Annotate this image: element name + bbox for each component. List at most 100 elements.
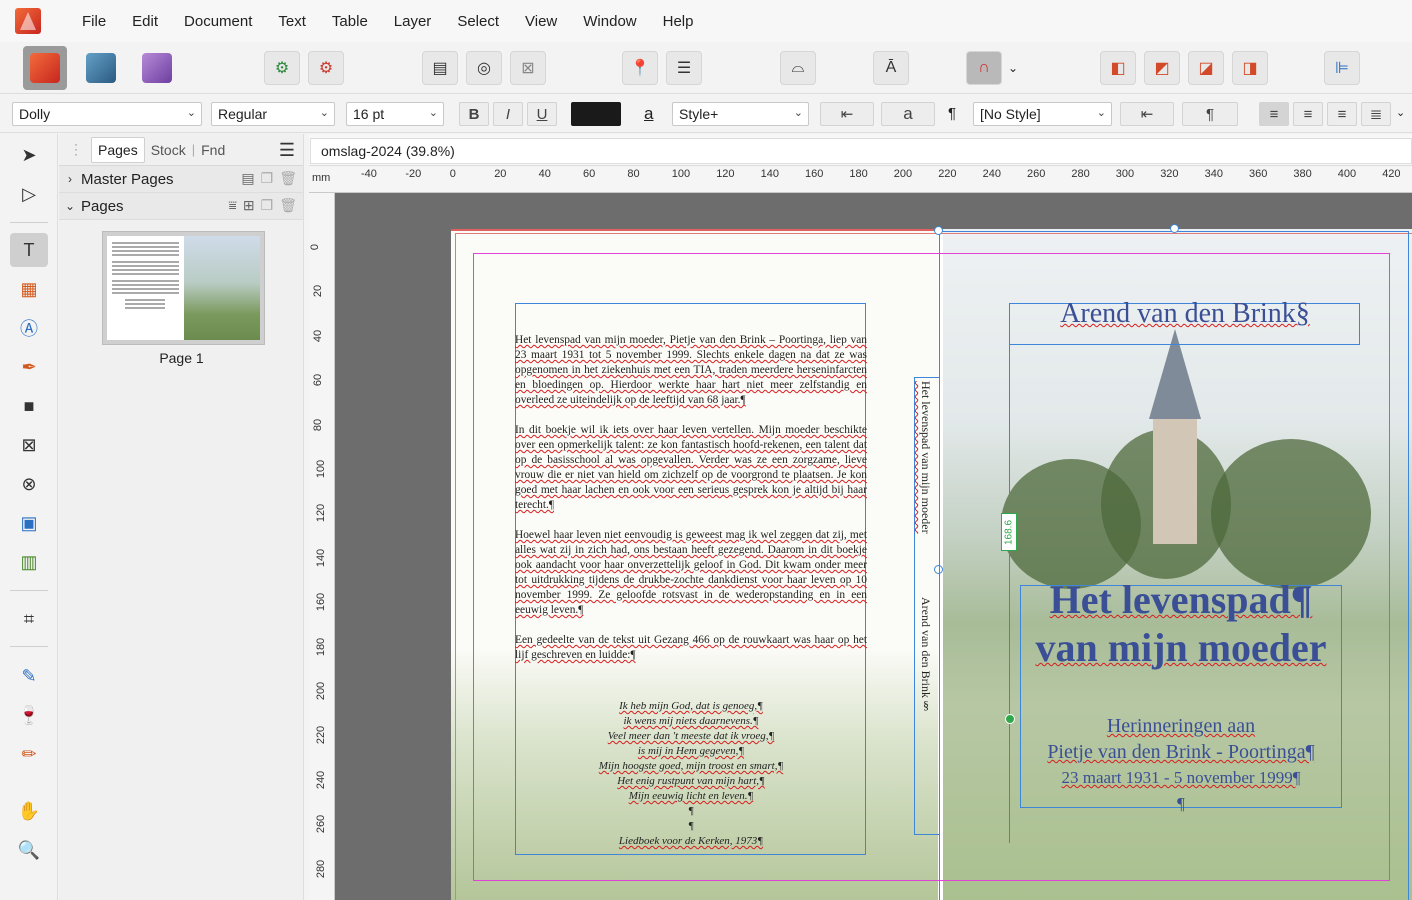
paragraph-style-icon[interactable]: ¶ (948, 105, 956, 122)
rectangle-tool[interactable]: ■ (10, 389, 48, 423)
cover-author[interactable]: Arend van den Brink§ (1011, 298, 1359, 330)
menu-help[interactable]: Help (650, 13, 707, 30)
zoom-tool[interactable]: 🔍 (10, 833, 48, 867)
resource-manager-button[interactable]: ◎ (466, 51, 502, 85)
bold-button[interactable]: B (459, 102, 489, 126)
align-left-button[interactable]: ≡ (1259, 102, 1289, 126)
move-tool[interactable]: ➤ (10, 138, 48, 172)
publisher-persona-button[interactable] (23, 46, 67, 90)
tab-stock[interactable]: Stock (145, 138, 192, 162)
character-style-select[interactable]: Style+ ⌄ (672, 102, 809, 126)
pin-button[interactable]: 📍 (622, 51, 658, 85)
hamburger-menu-icon[interactable]: ☰ (279, 140, 295, 161)
italic-button[interactable]: I (493, 102, 523, 126)
font-weight-select[interactable]: Regular ⌄ (211, 102, 335, 126)
master-pages-section[interactable]: › Master Pages ▤ ❐ 🗑 (59, 166, 303, 193)
add-page-icon[interactable]: ⊞ (243, 197, 255, 214)
ruler-tick-label: 240 (315, 770, 328, 789)
font-size-select[interactable]: 16 pt ⌄ (346, 102, 444, 126)
trash-icon[interactable]: 🗑 (279, 197, 297, 214)
snap-handle[interactable] (1005, 714, 1015, 724)
text-wrap-button[interactable]: ☰ (666, 51, 702, 85)
pages-section[interactable]: ⌄ Pages ⩸ ⊞ ❐ 🗑 (59, 193, 303, 220)
pen-tool[interactable]: ✒ (10, 350, 48, 384)
text-color-swatch[interactable] (571, 102, 621, 126)
menu-layer[interactable]: Layer (381, 13, 445, 30)
place-image-tool[interactable]: ▣ (10, 506, 48, 540)
snapping-dropdown-icon[interactable]: ⌄ (1008, 61, 1018, 75)
node-tool[interactable]: ▷ (10, 177, 48, 211)
character-panel-button[interactable]: a (881, 102, 935, 126)
page-options-icon[interactable]: ⩸ (228, 197, 237, 214)
selection-handle[interactable] (934, 226, 943, 235)
preferences-button[interactable]: ⚙ (264, 51, 300, 85)
clear-paragraph-style-button[interactable]: ⇤ (1120, 102, 1174, 126)
image-frame-tool[interactable]: ▥ (10, 545, 48, 579)
chevron-right-icon[interactable]: › (59, 172, 81, 186)
artistic-text-tool[interactable]: Ⓐ (10, 311, 48, 345)
back-cover-body-text[interactable]: Het levenspad van mijn moeder, Pietje va… (515, 333, 867, 678)
justify-button[interactable]: ≣ (1361, 102, 1391, 126)
ruler-tick-label: 120 (716, 168, 735, 180)
menu-file[interactable]: File (69, 13, 119, 30)
align-button[interactable]: ⊫ (1324, 51, 1360, 85)
crop-tool[interactable]: ⌗ (10, 602, 48, 636)
ruler-tick-label: 120 (315, 504, 328, 523)
baseline-grid-button[interactable]: Ā (873, 51, 909, 85)
paragraph-style-select[interactable]: [No Style] ⌄ (973, 102, 1112, 126)
vertical-ruler[interactable]: 0204060801001201401601802002202402602803… (309, 193, 335, 900)
tab-pages[interactable]: Pages (91, 136, 145, 163)
move-forward-one-button[interactable]: ◪ (1188, 51, 1224, 85)
menu-view[interactable]: View (512, 13, 570, 30)
color-picker-tool[interactable]: ✎ (10, 659, 48, 693)
align-right-button[interactable]: ≡ (1327, 102, 1357, 126)
view-options-button[interactable]: ⌓ (780, 51, 816, 85)
fill-tool[interactable]: 🍷 (10, 698, 48, 732)
selection-handle[interactable] (1170, 224, 1179, 233)
table-tool[interactable]: ▦ (10, 272, 48, 306)
menu-select[interactable]: Select (444, 13, 512, 30)
move-to-front-button[interactable]: ◨ (1232, 51, 1268, 85)
view-tool[interactable]: ✋ (10, 794, 48, 828)
back-cover-poem[interactable]: Ik heb mijn God, dat is genoeg,¶ ik wens… (515, 699, 867, 849)
preflight-button[interactable]: ▤ (422, 51, 458, 85)
designer-persona-button[interactable] (79, 46, 123, 90)
main-toolbar: ⚙ ⚙ ▤ ◎ ⊠ 📍 ☰ ⌓ Ā ∩ ⌄ ◧ ◩ ◪ ◨ ⊫ (0, 42, 1412, 94)
transparency-tool[interactable]: ✏ (10, 737, 48, 771)
character-style-icon[interactable]: a (644, 104, 653, 124)
snapping-button[interactable]: ∩ (966, 51, 1002, 85)
menu-edit[interactable]: Edit (119, 13, 171, 30)
cover-title[interactable]: Het levenspad¶ van mijn moeder (1021, 576, 1341, 672)
cover-subtitle[interactable]: Herinneringen aan Pietje van den Brink -… (1021, 713, 1341, 817)
move-to-back-button[interactable]: ◧ (1100, 51, 1136, 85)
menu-table[interactable]: Table (319, 13, 381, 30)
menu-text[interactable]: Text (265, 13, 319, 30)
tab-find[interactable]: Fnd (195, 138, 231, 162)
placeholder-button[interactable]: ⊠ (510, 51, 546, 85)
document-canvas[interactable]: Het levenspad van mijn moeder, Pietje va… (335, 193, 1412, 900)
ellipse-frame-tool[interactable]: ⊗ (10, 467, 48, 501)
text-direction-button[interactable]: ⇤ (820, 102, 874, 126)
show-special-characters-button[interactable]: ¶ (1182, 102, 1238, 126)
frame-text-tool[interactable]: T (10, 233, 48, 267)
photo-persona-button[interactable] (135, 46, 179, 90)
page-thumbnail[interactable] (102, 231, 265, 345)
chevron-down-icon[interactable]: ⌄ (1396, 106, 1405, 119)
document-tab-title[interactable]: omslag-2024 (39.8%) (310, 138, 1412, 164)
horizontal-ruler[interactable]: mm -40 -20 0 20 40 60 80 100 120 140 160 180 200 220 2… (309, 167, 1412, 193)
trash-icon[interactable]: 🗑 (279, 170, 297, 187)
font-family-select[interactable]: Dolly ⌄ (12, 102, 202, 126)
menu-window[interactable]: Window (570, 13, 649, 30)
menu-document[interactable]: Document (171, 13, 265, 30)
duplicate-icon[interactable]: ❐ (261, 197, 274, 214)
align-center-button[interactable]: ≡ (1293, 102, 1323, 126)
underline-button[interactable]: U (527, 102, 557, 126)
add-master-icon[interactable]: ▤ (241, 170, 254, 187)
character-a-icon: a (903, 104, 913, 123)
chevron-down-icon[interactable]: ⌄ (59, 199, 81, 213)
move-back-one-button[interactable]: ◩ (1144, 51, 1180, 85)
duplicate-icon[interactable]: ❐ (261, 170, 274, 187)
spine-text[interactable]: Het levenspad van mijn moeder Arend van … (914, 377, 940, 837)
picture-frame-tool[interactable]: ⊠ (10, 428, 48, 462)
document-setup-button[interactable]: ⚙ (308, 51, 344, 85)
